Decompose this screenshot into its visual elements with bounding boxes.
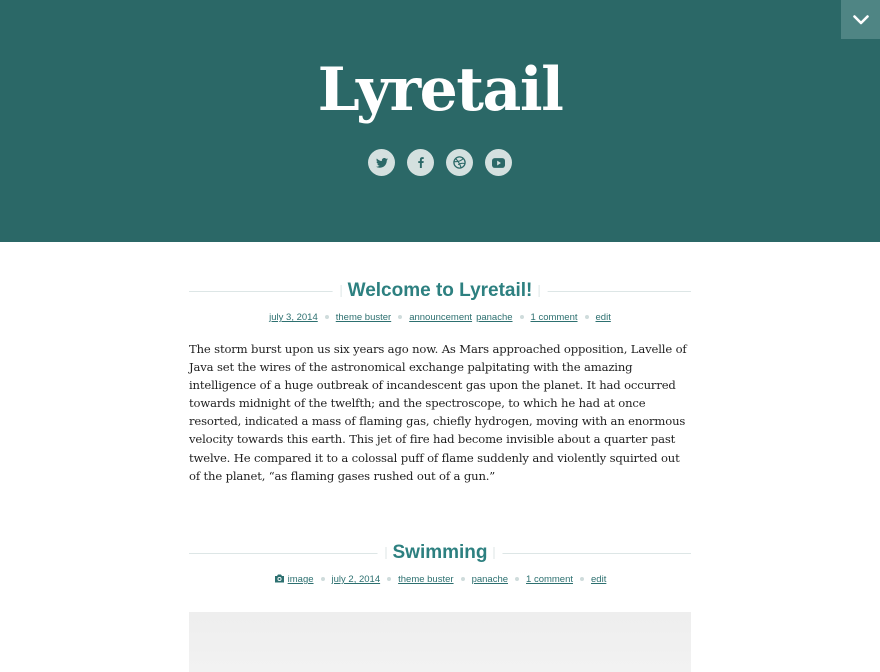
chevron-down-icon [852,14,869,24]
post-title[interactable]: Welcome to Lyretail! [342,276,539,306]
meta-separator [519,315,524,320]
twitter-link[interactable] [368,149,395,176]
site-title[interactable]: Lyretail [0,52,880,128]
twitter-icon [375,157,388,168]
site-header: Lyretail [0,0,880,242]
meta-separator [398,315,403,320]
meta-separator [584,315,589,320]
post-meta: july 3, 2014 theme buster announcement pana… [189,312,691,323]
category-link-announcement[interactable]: announcement [409,312,472,323]
comments-link[interactable]: 1 comment [526,574,573,585]
post-title-row: Welcome to Lyretail! [189,276,691,306]
post-author-link[interactable]: theme buster [336,312,391,323]
post-welcome: Welcome to Lyretail! july 3, 2014 theme b… [189,276,691,485]
title-tick-right [538,285,540,297]
category-link-panache[interactable]: panache [472,574,508,585]
post-meta: image july 2, 2014 theme buster panache 1 co… [189,574,691,585]
youtube-link[interactable] [485,149,512,176]
post-date-link[interactable]: july 2, 2014 [332,574,381,585]
meta-separator [387,577,392,582]
post-title-row: Swimming [189,538,691,568]
social-links [0,149,880,176]
meta-separator [320,577,325,582]
edit-link[interactable]: edit [596,312,611,323]
post-content: The storm burst upon us six years ago no… [189,342,687,483]
format-link-image[interactable]: image [288,574,314,585]
category-link-panache[interactable]: panache [476,312,512,323]
meta-separator [515,577,520,582]
post-date-link[interactable]: july 3, 2014 [269,312,318,323]
title-wrap: Swimming [377,538,503,568]
facebook-link[interactable] [407,149,434,176]
edit-link[interactable]: edit [591,574,606,585]
dribbble-icon [453,156,466,169]
youtube-icon [492,157,505,168]
comments-link[interactable]: 1 comment [531,312,578,323]
post-author-link[interactable]: theme buster [398,574,453,585]
facebook-icon [417,157,424,168]
title-tick-right [493,547,495,559]
meta-separator [460,577,465,582]
title-wrap: Welcome to Lyretail! [332,276,548,306]
meta-separator [324,315,329,320]
post-swimming: Swimming image july 2, 2014 theme buster pa… [189,538,691,585]
header-toggle-button[interactable] [841,0,880,39]
meta-separator [580,577,585,582]
camera-icon [274,574,284,583]
post-title[interactable]: Swimming [386,538,493,568]
dribbble-link[interactable] [446,149,473,176]
post-featured-image[interactable] [189,612,691,672]
